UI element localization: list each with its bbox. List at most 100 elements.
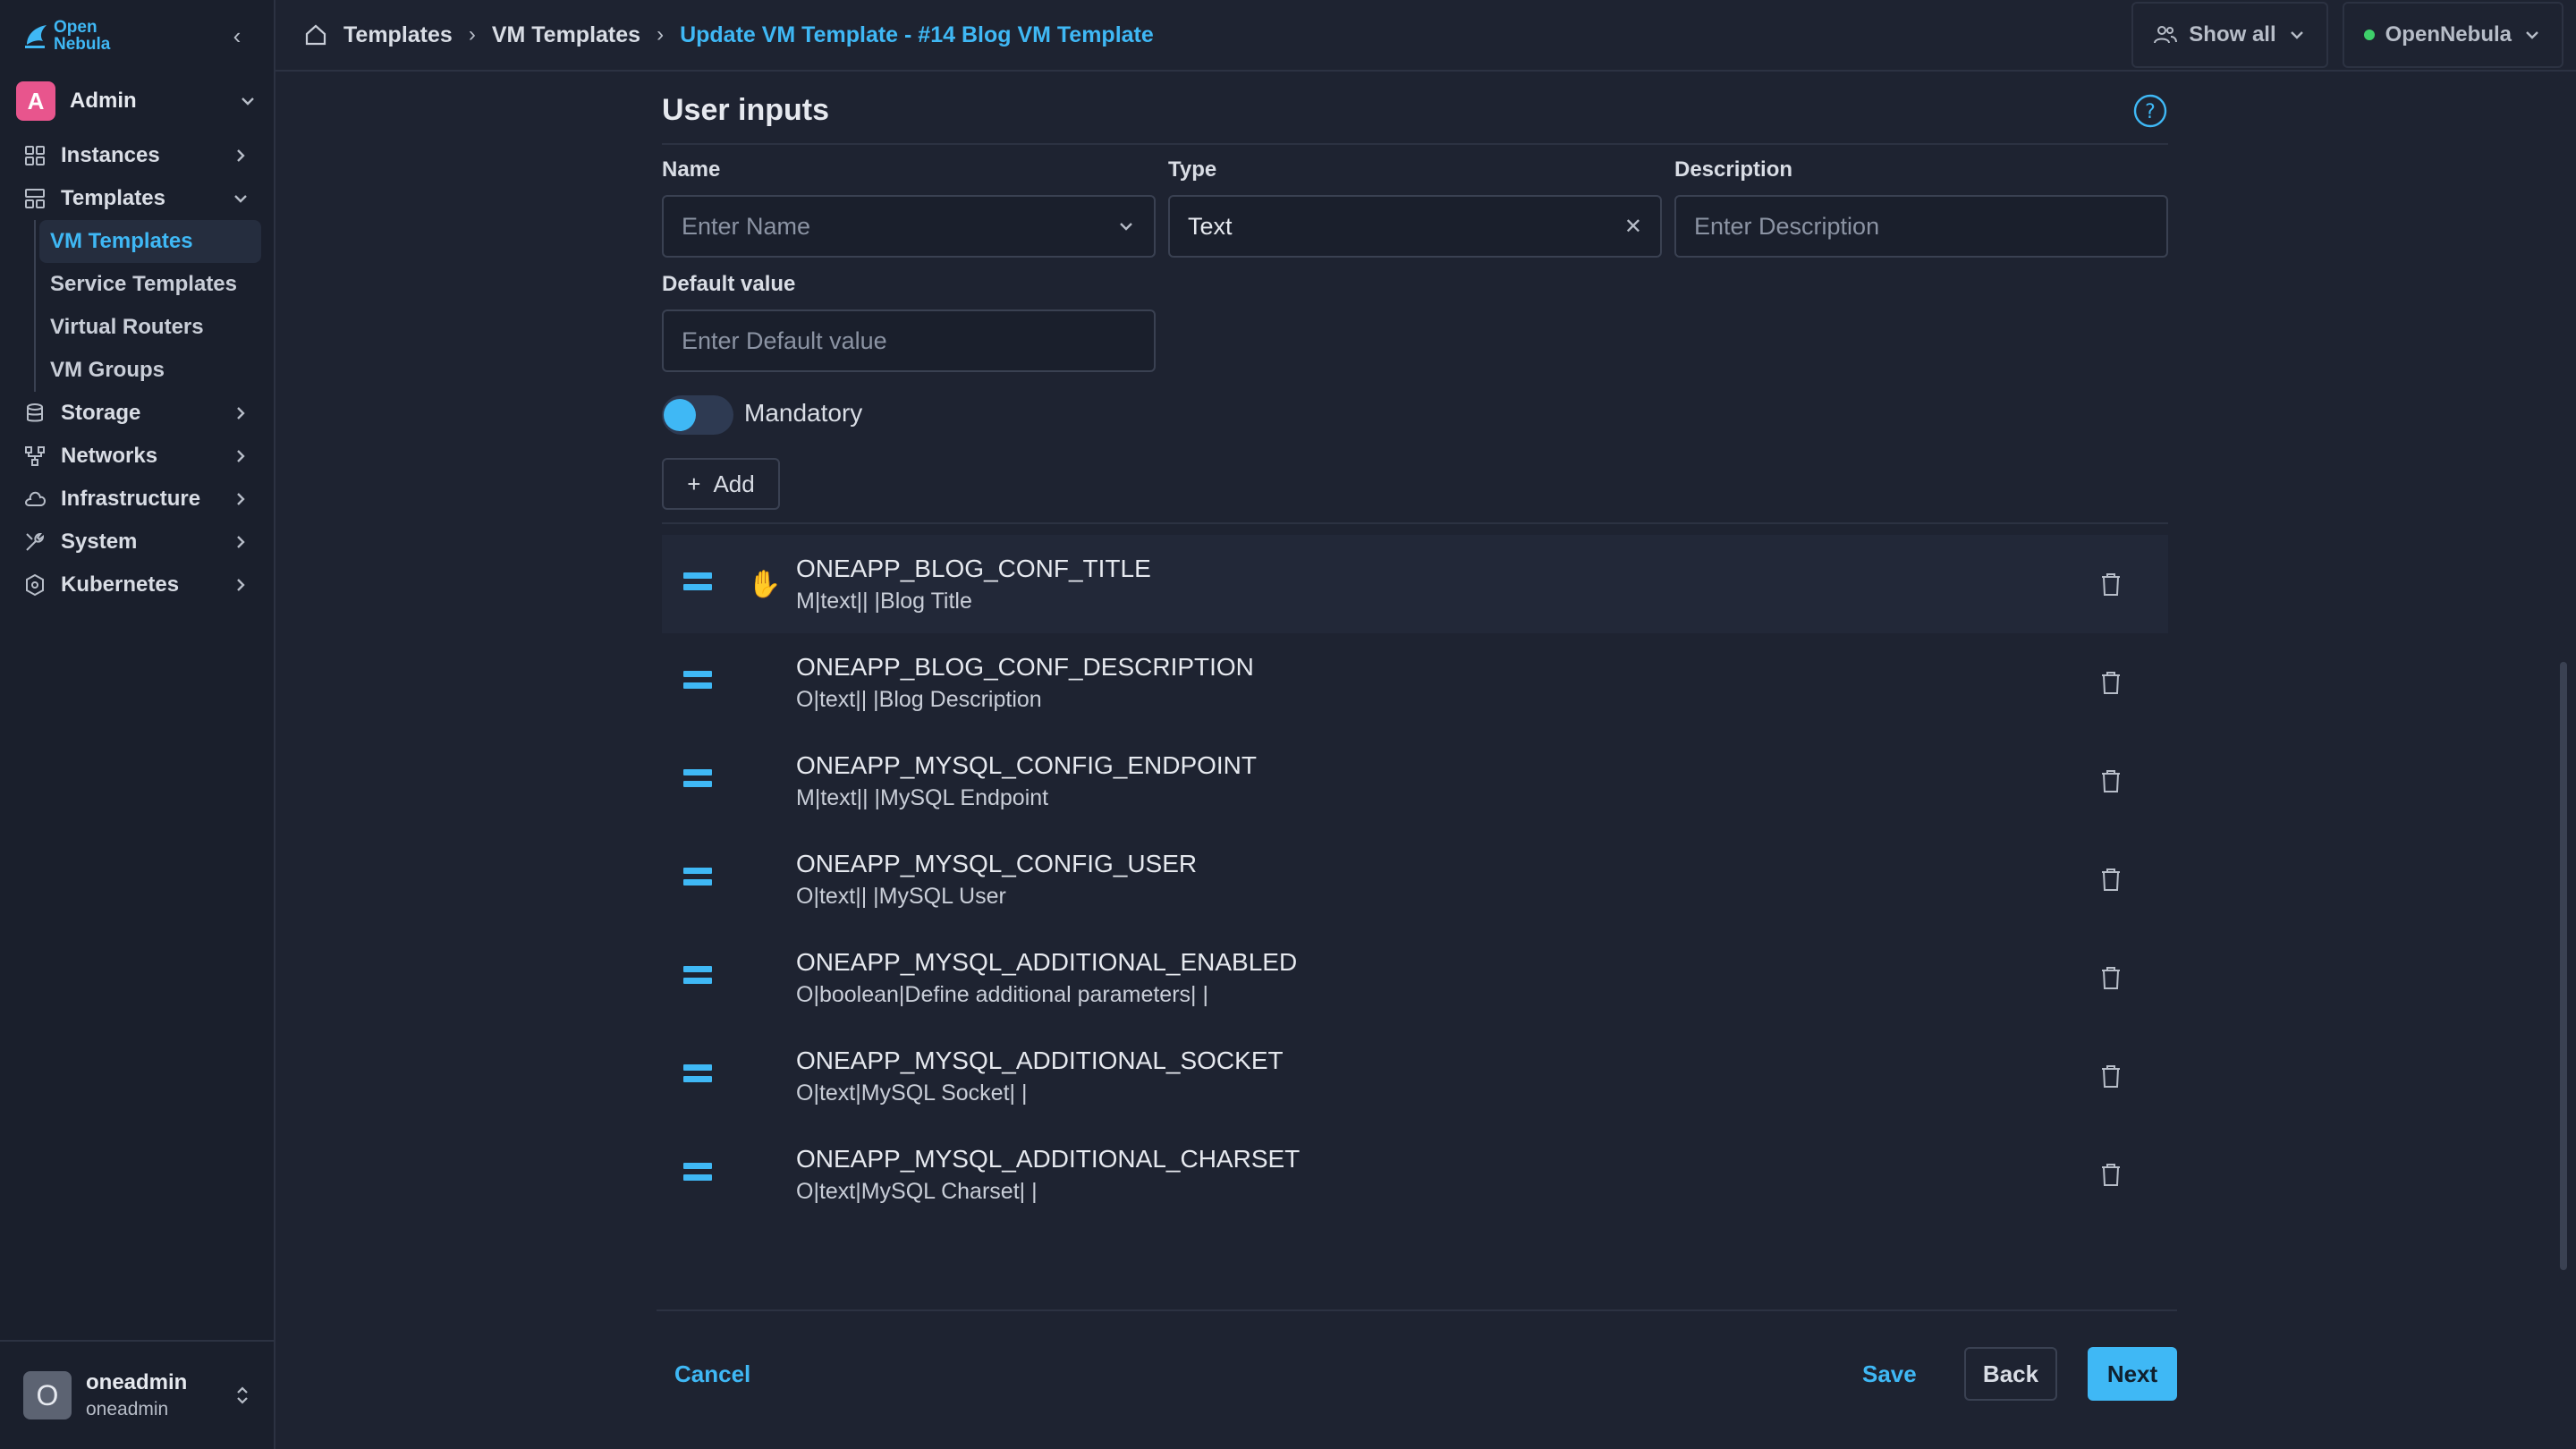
sidebar-item-kubernetes[interactable]: Kubernetes (0, 564, 274, 606)
name-input[interactable]: Enter Name (662, 195, 1156, 258)
sidebar-item-instances[interactable]: Instances (0, 134, 274, 177)
description-label: Description (1674, 157, 1793, 182)
default-value-input[interactable]: Enter Default value (662, 309, 1156, 372)
add-button[interactable]: + Add (662, 458, 780, 510)
chevron-down-icon (2526, 31, 2538, 39)
zone-selector[interactable]: OpenNebula (2342, 2, 2563, 68)
cloud-icon (24, 491, 47, 506)
networks-icon (25, 446, 45, 466)
list-item[interactable]: ONEAPP_MYSQL_ADDITIONAL_ENABLED O|boolea… (662, 928, 2168, 1027)
logo-text-line2: Nebula (54, 35, 111, 54)
input-description: O|text|| |Blog Description (796, 686, 1042, 712)
sidebar-item-networks[interactable]: Networks (0, 435, 274, 478)
trash-icon[interactable] (2098, 767, 2123, 794)
sidebar-item-label: Templates (61, 186, 165, 210)
drag-handle-icon[interactable] (683, 769, 712, 792)
list-item[interactable]: ONEAPP_MYSQL_CONFIG_ENDPOINT M|text|| |M… (662, 732, 2168, 830)
chevron-right-icon (237, 407, 245, 419)
plus-icon: + (687, 470, 701, 497)
chevron-right-icon (237, 536, 245, 548)
input-name: ONEAPP_BLOG_CONF_TITLE (796, 554, 1151, 582)
home-icon[interactable] (302, 21, 329, 48)
save-button[interactable]: Save (1862, 1360, 1917, 1388)
description-input[interactable]: Enter Description (1674, 195, 2168, 258)
list-item[interactable]: ONEAPP_MYSQL_ADDITIONAL_CHARSET O|text|M… (662, 1125, 2168, 1224)
opennebula-logo-icon (25, 25, 47, 48)
trash-icon[interactable] (2098, 1161, 2123, 1188)
scrollbar[interactable] (2560, 662, 2567, 1270)
sidebar-item-system[interactable]: System (0, 521, 274, 564)
opennebula-logo[interactable]: Open Nebula (23, 19, 110, 53)
show-all-label: Show all (2189, 22, 2276, 47)
chevron-down-icon (1120, 223, 1132, 231)
trash-icon[interactable] (2098, 669, 2123, 696)
user-group: oneadmin (86, 1399, 169, 1419)
sidebar-item-virtual-routers[interactable]: Virtual Routers (36, 306, 261, 349)
drag-handle-icon[interactable] (683, 1064, 712, 1088)
user-name: oneadmin (86, 1370, 188, 1394)
list-item[interactable]: ONEAPP_MYSQL_ADDITIONAL_SOCKET O|text|My… (662, 1027, 2168, 1125)
drag-handle-icon[interactable] (683, 671, 712, 694)
trash-icon[interactable] (2098, 1063, 2123, 1089)
default-value-label: Default value (662, 272, 796, 296)
list-item[interactable]: ONEAPP_BLOG_CONF_DESCRIPTION O|text|| |B… (662, 633, 2168, 732)
clear-icon[interactable]: ✕ (1624, 214, 1642, 240)
sidebar-item-templates[interactable]: Templates (0, 177, 274, 220)
avatar: O (23, 1371, 72, 1419)
show-all-button[interactable]: Show all (2131, 2, 2328, 68)
back-button[interactable]: Back (1964, 1347, 2057, 1401)
list-item[interactable]: ✋ ONEAPP_BLOG_CONF_TITLE M|text|| |Blog … (662, 535, 2168, 633)
user-menu[interactable]: O oneadmin oneadmin (0, 1340, 275, 1449)
drag-handle-icon[interactable] (683, 572, 712, 596)
sidebar-item-label: System (61, 530, 138, 554)
sidebar-item-storage[interactable]: Storage (0, 392, 274, 435)
drag-handle-icon[interactable] (683, 1163, 712, 1186)
mandatory-label: Mandatory (744, 399, 863, 427)
chevron-right-icon (237, 493, 245, 505)
logo-text-line1: Open (54, 18, 97, 37)
sidebar-item-vm-groups[interactable]: VM Groups (36, 349, 261, 392)
section-title: User inputs (662, 93, 830, 127)
input-description: O|text|MySQL Socket| | (796, 1080, 1028, 1106)
chevron-right-icon (237, 579, 245, 591)
instances-icon (25, 146, 45, 165)
drag-handle-icon[interactable] (683, 966, 712, 989)
breadcrumb: Templates › VM Templates › Update VM Tem… (343, 22, 1154, 48)
chevron-down-icon (2290, 31, 2303, 39)
help-icon[interactable]: ? (2132, 93, 2168, 129)
mandatory-toggle[interactable] (662, 395, 733, 435)
sidebar-item-infrastructure[interactable]: Infrastructure (0, 478, 274, 521)
trash-icon[interactable] (2098, 571, 2123, 597)
next-button[interactable]: Next (2088, 1347, 2177, 1401)
input-description: O|text|MySQL Charset| | (796, 1178, 1038, 1204)
chevron-right-icon (237, 149, 245, 162)
list-item[interactable]: ONEAPP_MYSQL_CONFIG_USER O|text|| |MySQL… (662, 830, 2168, 928)
description-placeholder: Enter Description (1694, 212, 1880, 240)
default-value-placeholder: Enter Default value (682, 326, 887, 354)
hand-cursor-icon: ✋ (748, 569, 782, 599)
sidebar-item-service-templates[interactable]: Service Templates (36, 263, 261, 306)
input-name: ONEAPP_MYSQL_CONFIG_USER (796, 849, 1198, 877)
name-placeholder: Enter Name (682, 212, 811, 240)
group-avatar: A (16, 81, 55, 121)
trash-icon[interactable] (2098, 866, 2123, 893)
templates-submenu: VM Templates Service Templates Virtual R… (34, 220, 274, 392)
sidebar-item-label: Infrastructure (61, 487, 201, 511)
drag-handle-icon[interactable] (683, 868, 712, 891)
users-icon (2154, 26, 2178, 44)
sidebar: Open Nebula ‹ A Admin Instances Template… (0, 0, 275, 1449)
group-selector[interactable]: A Admin (0, 73, 274, 129)
type-label: Type (1168, 157, 1217, 182)
chevron-down-icon (234, 195, 247, 203)
sidebar-item-vm-templates[interactable]: VM Templates (39, 220, 261, 263)
breadcrumb-templates[interactable]: Templates (343, 22, 453, 48)
trash-icon[interactable] (2098, 964, 2123, 991)
cancel-button[interactable]: Cancel (674, 1360, 750, 1388)
type-select[interactable]: Text ✕ (1168, 195, 1662, 258)
breadcrumb-vm-templates[interactable]: VM Templates (492, 22, 640, 48)
input-name: ONEAPP_MYSQL_ADDITIONAL_CHARSET (796, 1144, 1301, 1173)
sidebar-item-label: Instances (61, 143, 160, 167)
collapse-sidebar-button[interactable]: ‹ (224, 22, 250, 50)
sidebar-item-label: Storage (61, 401, 141, 425)
chevron-right-icon (237, 450, 245, 462)
